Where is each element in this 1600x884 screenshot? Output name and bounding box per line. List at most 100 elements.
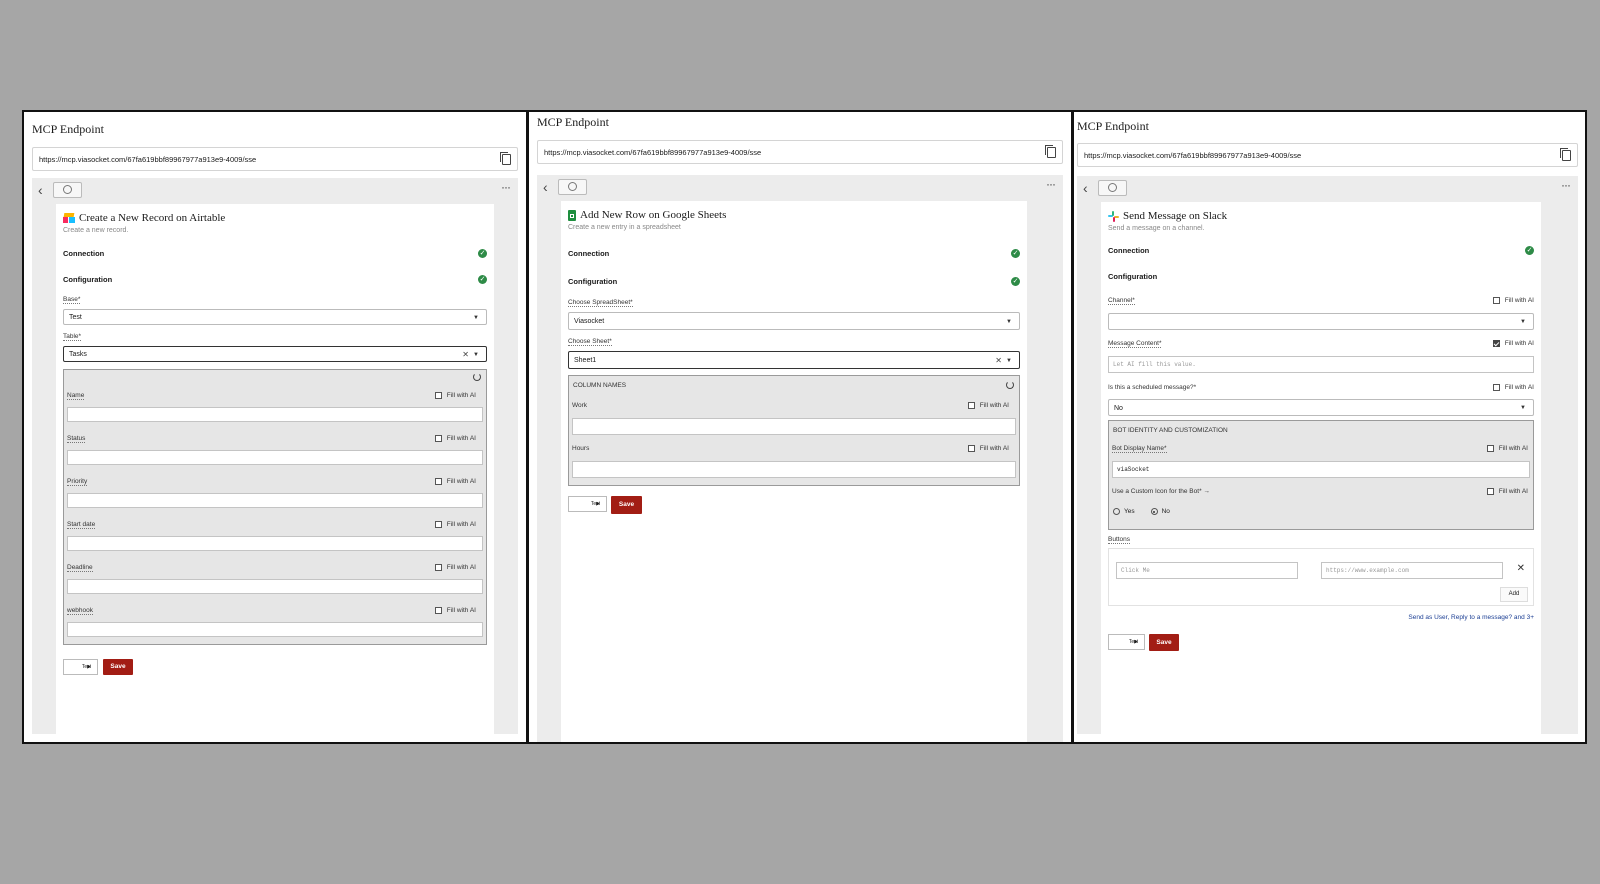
dropdown-caret-icon: ▼ <box>1006 319 1012 325</box>
checkbox[interactable] <box>434 521 442 528</box>
custom-icon-radio-group: Yes No <box>1113 508 1170 515</box>
column-input[interactable] <box>67 536 483 551</box>
copy-icon[interactable] <box>500 152 511 165</box>
more-options-icon[interactable]: ··· <box>1561 178 1571 192</box>
column-label: webhook <box>67 607 94 615</box>
column-input[interactable] <box>67 579 483 594</box>
checkbox[interactable] <box>1486 488 1494 495</box>
fill-with-ai-toggle[interactable]: Fill with AI <box>434 435 476 442</box>
more-options-icon[interactable]: ··· <box>1046 177 1056 191</box>
button-url-input[interactable]: https://www.example.com <box>1321 562 1503 579</box>
spreadsheet-select[interactable]: Viasocket ▼ <box>568 312 1020 330</box>
more-options-icon[interactable]: ··· <box>501 180 511 194</box>
column-label: Hours <box>572 445 590 452</box>
add-button[interactable]: Add <box>1500 587 1528 602</box>
base-label: Base* <box>63 296 81 304</box>
mcp-url-field[interactable]: https://mcp.viasocket.com/67fa619bbf8996… <box>1077 143 1578 167</box>
save-button[interactable]: Save <box>611 496 642 514</box>
dropdown-caret-icon: ▼ <box>1520 319 1526 325</box>
play-icon: ▶ <box>87 664 91 670</box>
column-input[interactable] <box>572 418 1016 435</box>
configuration-section[interactable]: Configuration <box>63 275 112 284</box>
column-label: Start date <box>67 521 96 529</box>
checkbox-checked[interactable] <box>1492 340 1500 347</box>
clear-icon[interactable]: ✕ <box>462 347 469 363</box>
message-content-input[interactable]: Let AI fill this value. <box>1108 356 1534 373</box>
channel-label: Channel* <box>1108 297 1135 305</box>
radio-yes[interactable] <box>1113 508 1120 515</box>
configuration-section[interactable]: Configuration <box>568 277 617 286</box>
history-button[interactable] <box>53 182 82 198</box>
airtable-icon <box>63 213 75 223</box>
column-input[interactable] <box>67 407 483 422</box>
test-button[interactable]: Test ▶ <box>63 659 98 675</box>
flow-area: ‹ ··· Send Message on Slack Send a messa… <box>1077 176 1578 734</box>
mcp-url-field[interactable]: https://mcp.viasocket.com/67fa619bbf8996… <box>32 147 518 171</box>
button-text-input[interactable]: Click Me <box>1116 562 1298 579</box>
fill-with-ai-toggle[interactable]: Fill with AI <box>1492 340 1534 347</box>
sheet-select[interactable]: Sheet1 ✕ ▼ <box>568 351 1020 369</box>
action-card: Send Message on Slack Send a message on … <box>1101 202 1541 734</box>
back-chevron-icon[interactable]: ‹ <box>38 183 43 197</box>
fill-with-ai-toggle[interactable]: Fill with AI <box>1486 488 1528 495</box>
configuration-section[interactable]: Configuration <box>1108 272 1157 281</box>
fill-with-ai-toggle[interactable]: Fill with AI <box>434 607 476 614</box>
panel-airtable: MCP Endpoint https://mcp.viasocket.com/6… <box>24 112 529 742</box>
fill-with-ai-toggle[interactable]: Fill with AI <box>1486 445 1528 452</box>
refresh-icon[interactable] <box>1006 381 1014 389</box>
column-label: Deadline <box>67 564 93 572</box>
remove-button-icon[interactable]: ✕ <box>1517 563 1525 574</box>
fill-with-ai-toggle[interactable]: Fill with AI <box>967 402 1009 409</box>
connection-section[interactable]: Connection <box>568 249 609 258</box>
scheduled-select[interactable]: No ▼ <box>1108 399 1534 416</box>
table-select[interactable]: Tasks ✕ ▼ <box>63 346 487 362</box>
fill-with-ai-toggle[interactable]: Fill with AI <box>434 392 476 399</box>
channel-select[interactable]: ▼ <box>1108 313 1534 330</box>
fill-with-ai-toggle[interactable]: Fill with AI <box>434 478 476 485</box>
base-select[interactable]: Test ▼ <box>63 309 487 325</box>
test-button[interactable]: Test ▶ <box>568 496 607 512</box>
fill-with-ai-toggle[interactable]: Fill with AI <box>967 445 1009 452</box>
save-button[interactable]: Save <box>1149 634 1179 651</box>
mcp-url-field[interactable]: https://mcp.viasocket.com/67fa619bbf8996… <box>537 140 1063 164</box>
radio-no[interactable] <box>1150 508 1158 515</box>
card-title: Create a New Record on Airtable <box>63 212 225 224</box>
dropdown-caret-icon: ▼ <box>1006 358 1012 364</box>
back-chevron-icon[interactable]: ‹ <box>1083 181 1088 195</box>
back-chevron-icon[interactable]: ‹ <box>543 180 548 194</box>
checkbox[interactable] <box>434 478 442 485</box>
checkbox[interactable] <box>967 445 975 452</box>
connection-section[interactable]: Connection <box>1108 246 1149 255</box>
checkbox[interactable] <box>434 392 442 399</box>
copy-icon[interactable] <box>1560 148 1571 161</box>
bot-name-input[interactable]: viaSocket <box>1112 461 1530 478</box>
checkbox[interactable] <box>434 607 442 614</box>
slack-icon <box>1108 210 1119 222</box>
column-input[interactable] <box>67 622 483 637</box>
copy-icon[interactable] <box>1045 145 1056 158</box>
fill-with-ai-toggle[interactable]: Fill with AI <box>1492 384 1534 391</box>
history-button[interactable] <box>558 179 587 195</box>
column-input[interactable] <box>67 450 483 465</box>
fill-with-ai-toggle[interactable]: Fill with AI <box>1492 297 1534 304</box>
test-button[interactable]: Test ▶ <box>1108 634 1145 650</box>
connection-section[interactable]: Connection <box>63 249 104 258</box>
checkbox[interactable] <box>1492 297 1500 304</box>
checkbox[interactable] <box>1486 445 1494 452</box>
clear-icon[interactable]: ✕ <box>995 352 1002 370</box>
history-button[interactable] <box>1098 180 1127 196</box>
checkbox[interactable] <box>967 402 975 409</box>
checkbox[interactable] <box>434 564 442 571</box>
fill-with-ai-toggle[interactable]: Fill with AI <box>434 564 476 571</box>
fill-with-ai-toggle[interactable]: Fill with AI <box>434 521 476 528</box>
checkbox[interactable] <box>1492 384 1500 391</box>
more-options-link[interactable]: Send as User, Reply to a message? and 3+ <box>1408 614 1534 621</box>
checkbox[interactable] <box>434 435 442 442</box>
column-input[interactable] <box>67 493 483 508</box>
save-button[interactable]: Save <box>103 659 133 675</box>
card-title: Add New Row on Google Sheets <box>568 209 726 221</box>
refresh-icon[interactable] <box>473 373 481 381</box>
mcp-url-text: https://mcp.viasocket.com/67fa619bbf8996… <box>1084 151 1302 160</box>
panel-slack: MCP Endpoint https://mcp.viasocket.com/6… <box>1074 112 1585 742</box>
column-input[interactable] <box>572 461 1016 478</box>
